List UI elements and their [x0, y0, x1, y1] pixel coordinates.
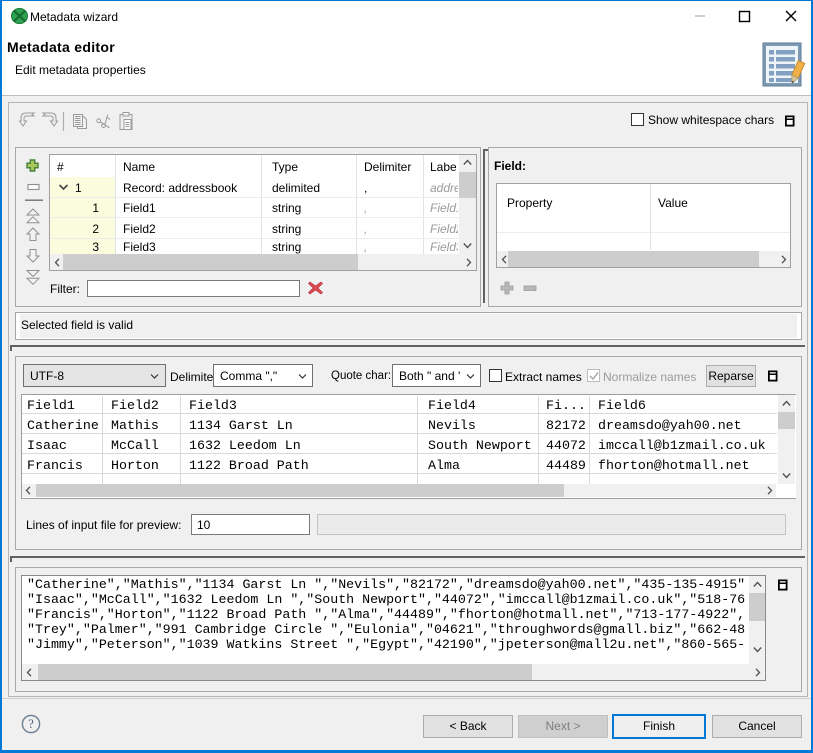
svg-text:?: ?: [28, 717, 34, 731]
